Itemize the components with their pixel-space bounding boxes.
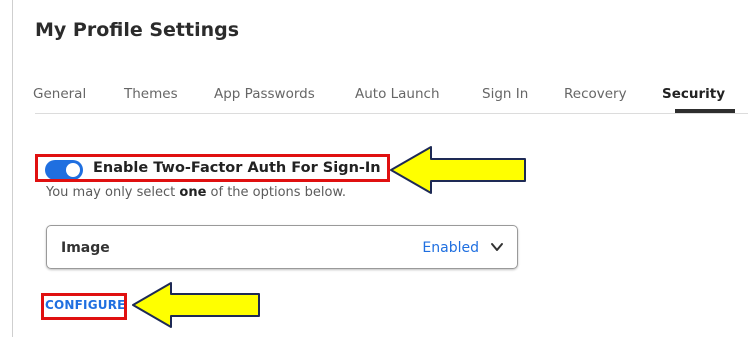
- tab-app-passwords[interactable]: App Passwords: [214, 86, 315, 102]
- two-factor-helper-text: You may only select one of the options b…: [46, 185, 347, 200]
- arrow-left-icon: [390, 146, 526, 194]
- arrow-left-icon: [132, 282, 260, 328]
- chevron-down-icon[interactable]: [489, 239, 505, 255]
- tab-general[interactable]: General: [33, 86, 86, 102]
- configure-highlight-box: [41, 293, 127, 320]
- page-title: My Profile Settings: [35, 19, 240, 41]
- tab-security[interactable]: Security: [662, 86, 725, 102]
- tab-recovery[interactable]: Recovery: [564, 86, 627, 102]
- tabs-divider: [35, 113, 748, 114]
- two-factor-highlight-box: [35, 154, 390, 182]
- tab-themes[interactable]: Themes: [124, 86, 178, 102]
- settings-panel: My Profile Settings General Themes App P…: [12, 0, 751, 337]
- auth-option-select[interactable]: Image Enabled: [46, 225, 518, 269]
- auth-option-status: Enabled: [422, 240, 479, 256]
- tab-auto-launch[interactable]: Auto Launch: [355, 86, 440, 102]
- auth-option-name: Image: [61, 240, 110, 256]
- tab-sign-in[interactable]: Sign In: [482, 86, 528, 102]
